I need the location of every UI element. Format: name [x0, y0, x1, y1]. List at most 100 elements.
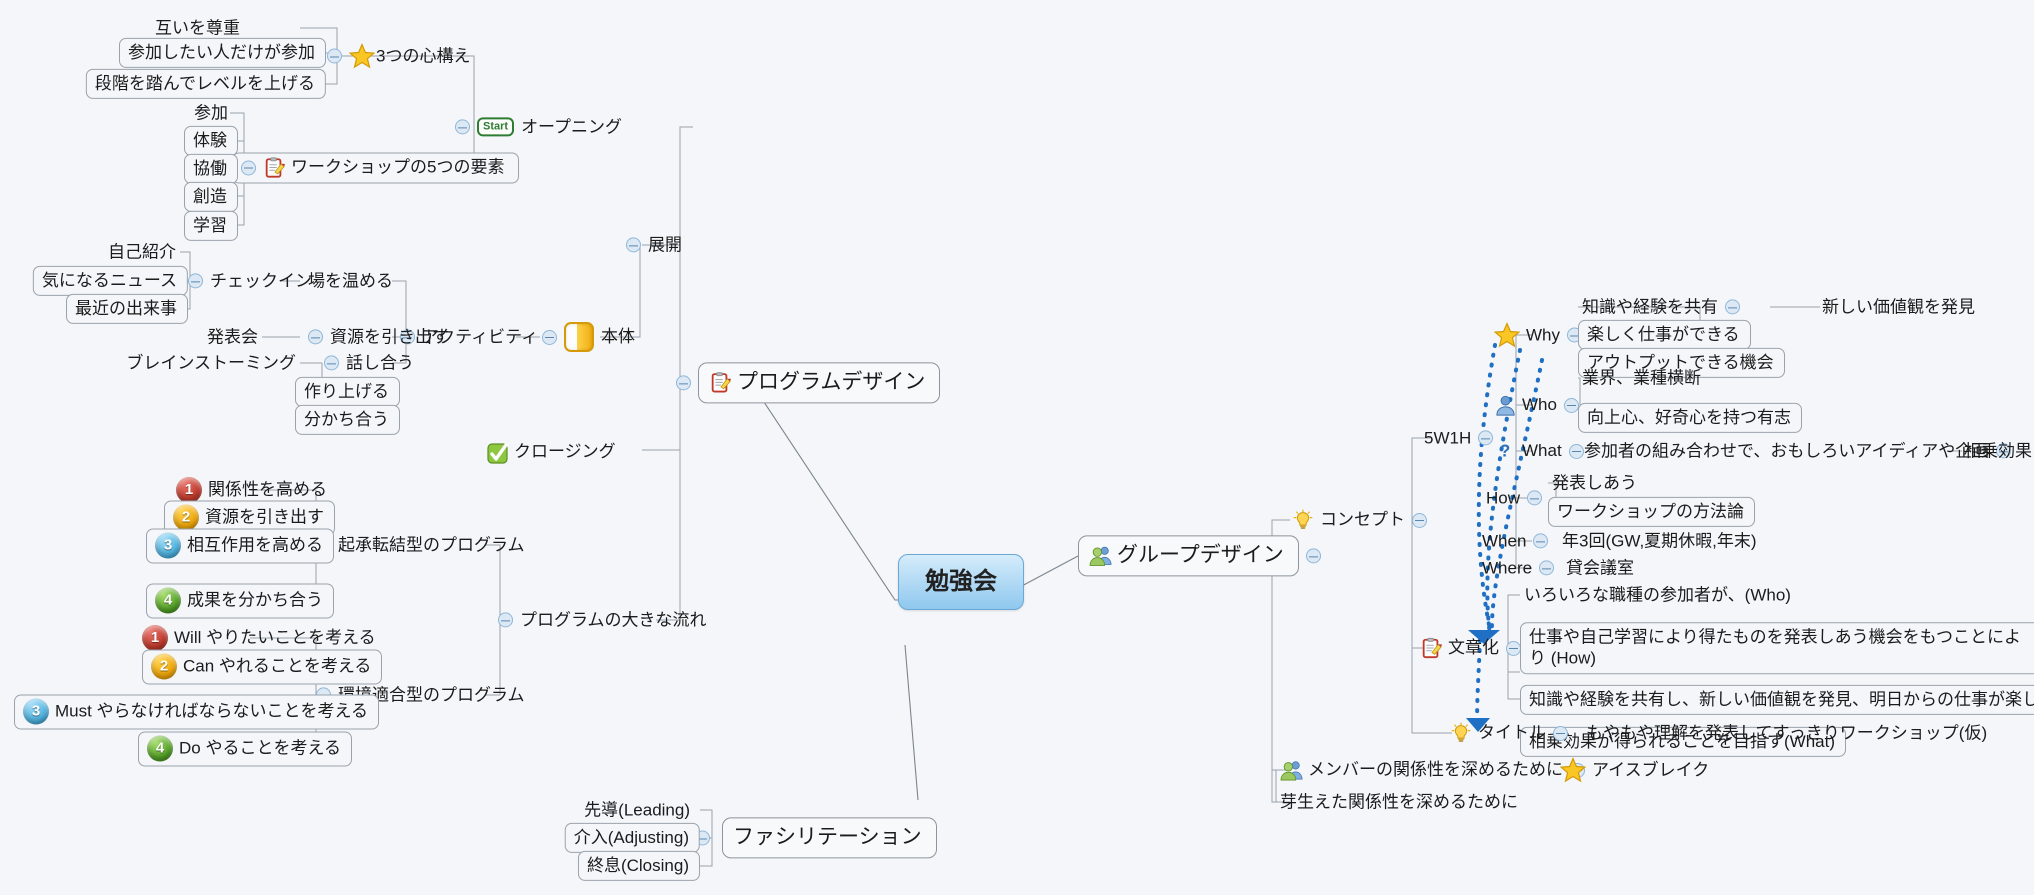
what-value-0[interactable]: 参加者の組み合わせで、おもしろいアイディアや企画 [1580, 438, 2015, 463]
program-design-node[interactable]: プログラムデザイン [676, 362, 941, 404]
mindset-item-1[interactable]: 参加したい人だけが参加 [119, 37, 326, 69]
adaptive-item-1[interactable]: 2 Can やれることを考える [142, 649, 383, 685]
facilitation-item-1[interactable]: 介入(Adjusting) [564, 822, 700, 854]
facilitation-item-0[interactable]: 先導(Leading) [580, 797, 694, 822]
concept-label: コンセプト [1320, 510, 1405, 530]
collapse-toggle-title[interactable] [1553, 725, 1568, 741]
mindset-node[interactable] [327, 42, 381, 69]
facilitation-node[interactable]: ファシリテーション [722, 817, 937, 859]
checkin-item-2[interactable]: 最近の出来事 [66, 293, 188, 325]
why-value-0-label: 楽しく仕事ができる [1587, 324, 1740, 344]
concept-node[interactable]: コンセプト [1292, 509, 1427, 531]
icebreak-node[interactable]: アイスブレイク [1559, 756, 1709, 783]
collapse-toggle-when[interactable] [1533, 533, 1549, 549]
mindset-item-0[interactable]: 互いを尊重 [151, 15, 244, 40]
w5h1-row-where[interactable]: Where [1482, 557, 1555, 578]
discuss-item-1[interactable]: 作り上げる [295, 376, 400, 408]
development-node[interactable]: 展開 [626, 234, 682, 255]
title-node[interactable]: タイトル [1450, 722, 1568, 744]
kishotenketsu-item-2[interactable]: 3 相互作用を高める [146, 528, 334, 564]
mindset-item-2[interactable]: 段階を踏んでレベルを上げる [85, 68, 326, 100]
collapse-toggle-program-design[interactable] [676, 375, 691, 391]
sentence-item-why[interactable]: 知識や経験を共有し、新しい価値観を発見、明日からの仕事が楽しくなる(Why) [1520, 684, 2034, 716]
adaptive-item-3-label: Do やることを考える [179, 738, 341, 758]
closing-node[interactable]: クロージング [486, 441, 616, 464]
collapse-toggle-big-flow[interactable] [498, 612, 513, 628]
why-above-node[interactable]: 知識や経験を共有 [1578, 294, 1744, 319]
draw-out-item-0[interactable]: 発表会 [203, 324, 262, 349]
five-elements-node[interactable]: ワークショップの5つの要素 [232, 152, 520, 184]
five-element-0[interactable]: 参加 [190, 100, 232, 125]
sentence-label: 文章化 [1448, 638, 1499, 658]
collapse-toggle-how[interactable] [1527, 490, 1543, 506]
collapse-toggle-why-above[interactable] [1725, 299, 1740, 315]
what-child-node[interactable]: 相乗効果 [1960, 438, 2034, 463]
collapse-toggle-who[interactable] [1563, 397, 1579, 413]
collapse-toggle-w5h1[interactable] [1478, 430, 1494, 446]
root-label: 勉強会 [925, 568, 997, 595]
collapse-toggle-five-elements[interactable] [241, 160, 256, 175]
group-design-node[interactable]: グループデザイン [1078, 535, 1321, 577]
title-value-node[interactable]: もやもや理解を発表してすっきりワークショップ(仮) [1582, 720, 1991, 745]
w5h1-row-why[interactable]: Why [1493, 321, 1582, 348]
five-elements-label: ワークショップの5つの要素 [291, 157, 505, 177]
w5h1-node[interactable]: 5W1H [1424, 427, 1494, 448]
relationship-node[interactable]: メンバーの関係性を深めるために [1280, 759, 1585, 781]
collapse-toggle-draw-out[interactable] [308, 329, 323, 345]
development-label: 展開 [648, 235, 682, 255]
five-element-2[interactable]: 協働 [184, 153, 238, 185]
warmup-node[interactable]: 場を温める [308, 270, 393, 291]
collapse-toggle-discuss[interactable] [324, 355, 339, 371]
where-value-0-label: 貸会議室 [1566, 558, 1634, 578]
when-value-0[interactable]: 年3回(GW,夏期休暇,年末) [1558, 528, 1761, 553]
how-value-0[interactable]: ワークショップの方法論 [1548, 496, 1755, 528]
collapse-toggle-group-design[interactable] [1305, 548, 1321, 564]
w5h1-row-what[interactable]: ? What [1494, 440, 1584, 462]
discuss-item-2[interactable]: 分かち合う [295, 404, 400, 436]
root-node[interactable]: 勉強会 [898, 554, 1024, 610]
facilitation-item-2[interactable]: 終息(Closing) [577, 850, 700, 882]
who-above-node[interactable]: 業界、業種横断 [1578, 365, 1705, 390]
w5h1-row-who[interactable]: Who [1494, 394, 1579, 416]
five-element-4[interactable]: 学習 [184, 210, 238, 242]
checkin-item-0[interactable]: 自己紹介 [104, 239, 180, 264]
relationship-below-node[interactable]: 芽生えた関係性を深めるために [1276, 789, 1522, 814]
kishotenketsu-item-3[interactable]: 4 成果を分かち合う [146, 583, 334, 619]
collapse-toggle-checkin[interactable] [188, 273, 203, 289]
draw-out-node[interactable]: 資源を引き出す [308, 326, 449, 347]
where-value-0[interactable]: 貸会議室 [1562, 555, 1638, 580]
checkin-item-1[interactable]: 気になるニュース [32, 265, 188, 297]
discuss-node[interactable]: 話し合う [324, 352, 414, 373]
adaptive-item-3[interactable]: 4 Do やることを考える [138, 731, 352, 767]
kishotenketsu-item-2-label: 相互作用を高める [187, 535, 323, 555]
who-value-0[interactable]: 向上心、好奇心を持つ有志 [1578, 402, 1802, 434]
title-label: タイトル [1478, 723, 1546, 743]
five-element-1[interactable]: 体験 [184, 125, 238, 157]
collapse-toggle-development[interactable] [626, 237, 641, 253]
five-element-3[interactable]: 創造 [184, 181, 238, 213]
w5h1-row-when[interactable]: When [1482, 530, 1549, 551]
sentence-item-0[interactable]: 仕事や自己学習により得たものを発表しあう機会をもつことにより (How) [1520, 622, 2034, 674]
collapse-toggle-mindset[interactable] [327, 48, 342, 64]
kishotenketsu-node[interactable]: 起承転結型のプログラム [316, 534, 525, 555]
sentence-above-node[interactable]: いろいろな職種の参加者が、(Who) [1520, 582, 1795, 607]
sentence-node[interactable]: 文章化 [1420, 637, 1521, 659]
collapse-toggle-sentence[interactable] [1506, 640, 1521, 656]
opening-node[interactable]: Start オープニング [455, 116, 622, 137]
facilitation-item-0-label: 先導(Leading) [584, 800, 690, 820]
collapse-toggle-where[interactable] [1539, 560, 1555, 576]
collapse-toggle-main-body[interactable] [542, 329, 557, 345]
adaptive-item-2[interactable]: 3 Must やらなければならないことを考える [14, 694, 380, 730]
w5h1-row-how[interactable]: How [1486, 487, 1543, 508]
why-above-child-node[interactable]: 新しい価値観を発見 [1818, 294, 1979, 319]
discuss-item-0[interactable]: ブレインストーミング [122, 350, 300, 375]
checkin-node[interactable]: チェックイン [188, 270, 312, 291]
main-body-node[interactable]: 本体 [542, 322, 635, 352]
adaptive-item-1-label: Can やれることを考える [183, 656, 372, 676]
why-value-0[interactable]: 楽しく仕事ができる [1578, 319, 1751, 351]
adaptive-item-0[interactable]: 1 Will やりたいことを考える [138, 623, 380, 653]
how-above-node[interactable]: 発表しあう [1548, 470, 1641, 495]
collapse-toggle-concept[interactable] [1412, 512, 1427, 528]
big-flow-node[interactable]: プログラムの大きな流れ [498, 609, 707, 630]
collapse-toggle-opening[interactable] [455, 119, 470, 135]
